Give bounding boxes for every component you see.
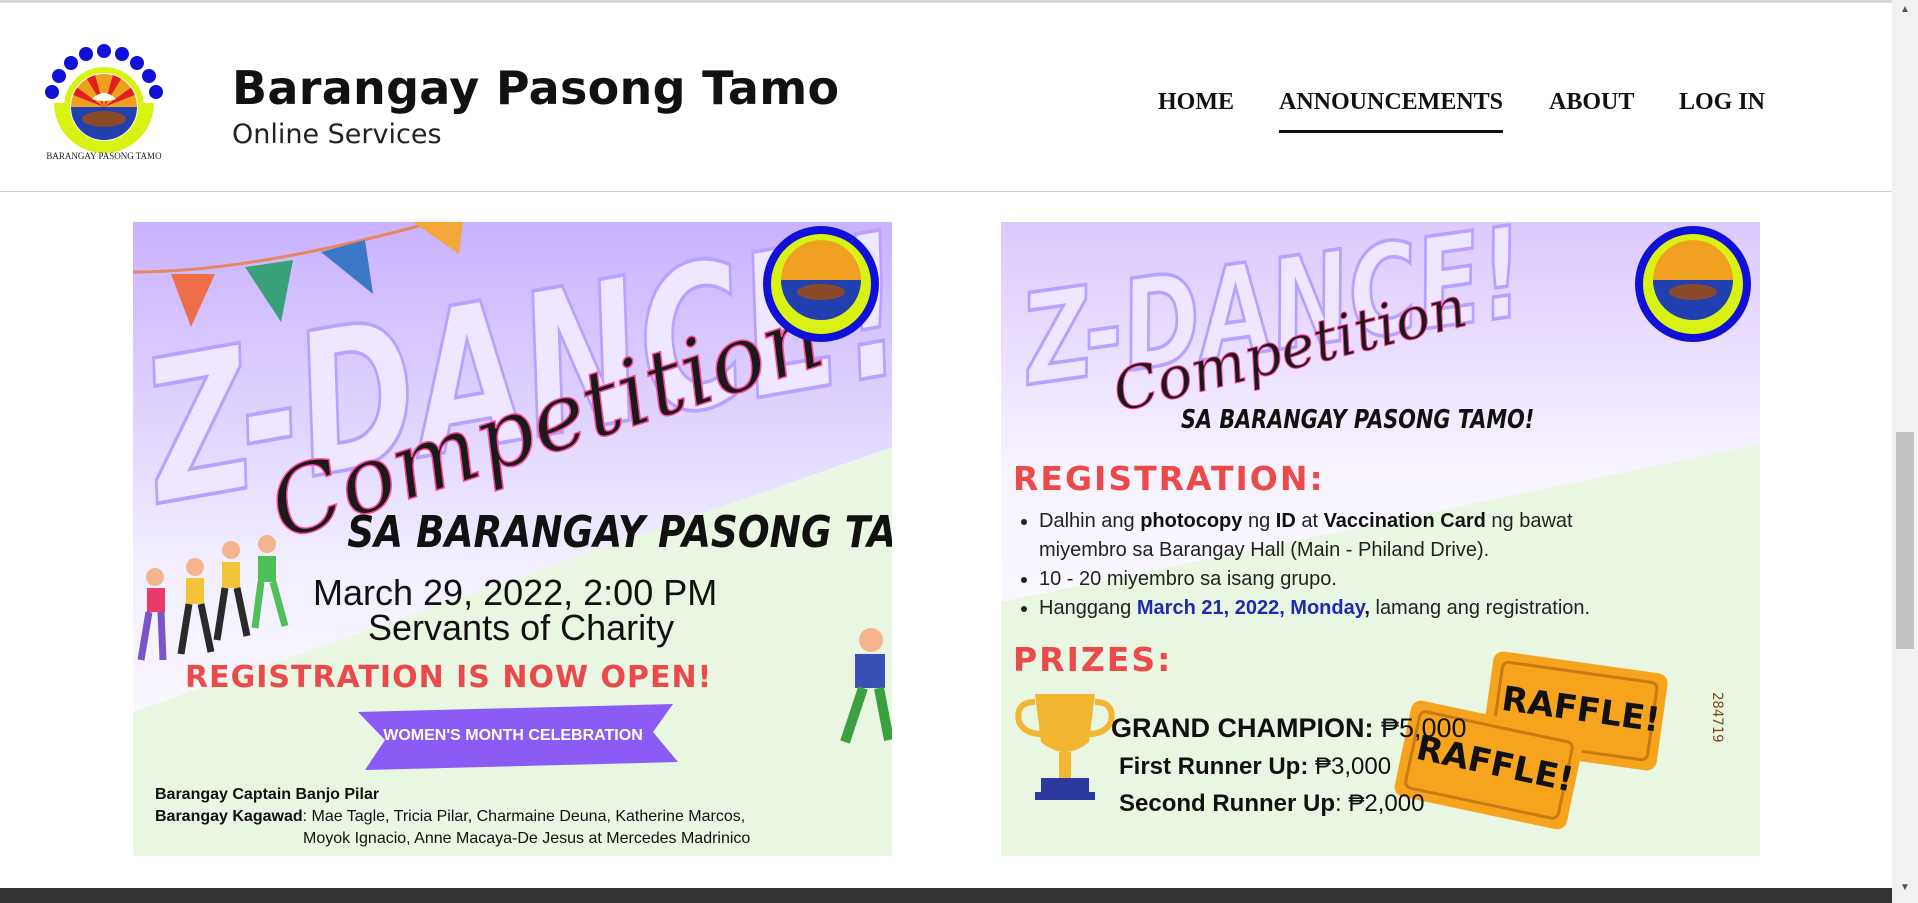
requirement-item: 10 - 20 miyembro sa isang grupo. bbox=[1039, 565, 1639, 594]
site-title: Barangay Pasong Tamo bbox=[232, 61, 840, 115]
prize-second-runner-up: Second Runner Up: ₱2,000 bbox=[1119, 790, 1425, 817]
prize-first-runner-up: First Runner Up: ₱3,000 bbox=[1119, 753, 1392, 780]
site-subtitle: Online Services bbox=[232, 119, 442, 150]
site-header: BARANGAY PASONG TAMO Barangay Pasong Tam… bbox=[0, 3, 1892, 192]
prize-grand-champion: GRAND CHAMPION: ₱5,000 bbox=[1111, 713, 1467, 743]
barangay-captain: Barangay Captain Banjo Pilar bbox=[155, 786, 380, 803]
registration-open-text: REGISTRATION IS NOW OPEN! bbox=[185, 660, 713, 695]
scrollbar-thumb[interactable] bbox=[1896, 432, 1914, 649]
scroll-down-arrow-icon[interactable]: ▼ bbox=[1892, 882, 1918, 898]
svg-text:BARANGAY PASONG TAMO: BARANGAY PASONG TAMO bbox=[46, 151, 162, 161]
nav-announcements[interactable]: ANNOUNCEMENTS bbox=[1279, 89, 1504, 133]
scroll-up-arrow-icon[interactable]: ▲ bbox=[1892, 4, 1918, 20]
announcement-poster-registration[interactable]: Z-DANCE! Competition RAFFLE! RAFFLE! 284… bbox=[1001, 222, 1760, 856]
prizes-heading: PRIZES: bbox=[1013, 640, 1173, 679]
barangay-kagawad: Barangay Kagawad: Mae Tagle, Tricia Pila… bbox=[155, 808, 746, 825]
barangay-kagawad-cont: Moyok Ignacio, Anne Macaya-De Jesus at M… bbox=[303, 830, 751, 847]
ribbon-text: WOMEN'S MONTH CELEBRATION bbox=[383, 727, 643, 744]
nav-about[interactable]: ABOUT bbox=[1549, 89, 1634, 130]
requirement-item: Hanggang March 21, 2022, Monday, lamang … bbox=[1039, 594, 1639, 623]
svg-text:SA BARANGAY PASONG TAMO!: SA BARANGAY PASONG TAMO! bbox=[347, 506, 892, 558]
poster-artwork: Z-DANCE! Competition SA BARANGAY PASONG … bbox=[133, 222, 892, 856]
barangay-logo[interactable]: BARANGAY PASONG TAMO bbox=[42, 41, 166, 167]
site-footer bbox=[0, 888, 1892, 903]
vertical-scrollbar[interactable]: ▲ ▼ bbox=[1892, 0, 1918, 903]
svg-text:284719: 284719 bbox=[1709, 692, 1725, 743]
announcement-poster-zdance[interactable]: Z-DANCE! Competition SA BARANGAY PASONG … bbox=[133, 222, 892, 856]
event-venue: Servants of Charity bbox=[368, 607, 675, 648]
registration-requirements: Dalhin ang photocopy ng ID at Vaccinatio… bbox=[1019, 507, 1639, 623]
poster2-subheadline: SA BARANGAY PASONG TAMO! bbox=[1181, 405, 1535, 435]
nav-login[interactable]: LOG IN bbox=[1679, 89, 1765, 130]
requirement-item: Dalhin ang photocopy ng ID at Vaccinatio… bbox=[1039, 507, 1639, 565]
registration-heading: REGISTRATION: bbox=[1013, 459, 1325, 498]
nav-home[interactable]: HOME bbox=[1158, 89, 1234, 130]
